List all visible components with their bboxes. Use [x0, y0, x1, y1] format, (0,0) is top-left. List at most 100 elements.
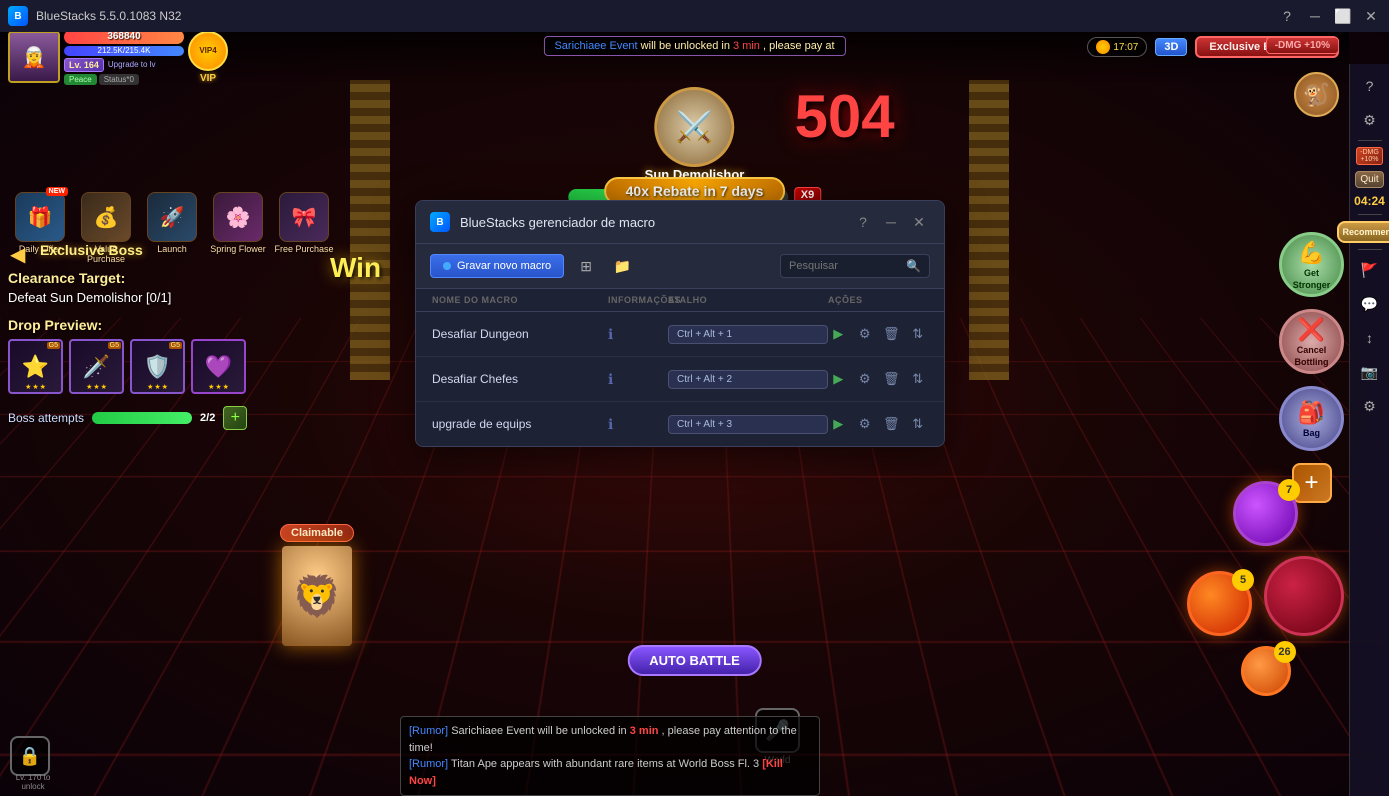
settings-btn-0[interactable]: ⚙	[855, 322, 876, 346]
record-btn-label: Gravar novo macro	[457, 260, 551, 272]
drop-stars-2: ★★★	[71, 383, 122, 391]
settings-btn-1[interactable]: ⚙	[855, 367, 876, 391]
chat-msg-2: [Rumor] Titan Ape appears with abundant …	[409, 756, 811, 789]
macro-name-0: Desafiar Dungeon	[432, 327, 608, 341]
title-bar: B BlueStacks 5.5.0.1083 N32 ? ─ ⬜ ✕	[0, 0, 1389, 32]
info-icon-0[interactable]: ℹ	[608, 326, 668, 343]
notification-text2: , please pay at	[763, 40, 835, 52]
toolbar-folder-btn[interactable]: 📁	[608, 252, 636, 280]
more-btn-1[interactable]: ⇅	[908, 367, 929, 391]
settings-btn-2[interactable]: ⚙	[855, 412, 876, 436]
drop-stars-3: ★★★	[132, 383, 183, 391]
sidebar-flag-icon[interactable]: 🚩	[1356, 256, 1384, 284]
delete-btn-1[interactable]: 🗑	[881, 367, 902, 391]
spring-flower-icon[interactable]: 🌸 Spring Flower	[208, 192, 268, 264]
attempts-bar	[92, 412, 192, 424]
get-stronger-btn[interactable]: 💪 Get Stronger	[1279, 232, 1344, 297]
title-help-btn[interactable]: ?	[1277, 6, 1297, 26]
action-ball-fire[interactable]: 5	[1187, 571, 1252, 636]
chat-rumor-2: [Rumor]	[409, 758, 448, 770]
macro-row-0[interactable]: Desafiar Dungeon ℹ Ctrl + Alt + 1 ▶ ⚙ 🗑 …	[416, 312, 944, 357]
title-bar-controls: ? ─ ⬜ ✕	[1277, 6, 1381, 26]
attempts-count: 2/2	[200, 412, 215, 424]
drop-stars-4: ★★★	[193, 383, 244, 391]
dialog-title: BlueStacks gerenciador de macro	[460, 215, 842, 230]
play-btn-2[interactable]: ▶	[828, 412, 849, 436]
shortcut-1: Ctrl + Alt + 2	[668, 370, 828, 389]
bag-label: Bag	[1303, 428, 1320, 438]
free-purchase-icon[interactable]: 🎀 Free Purchase	[274, 192, 334, 264]
right-controls: 💪 Get Stronger ❌ Cancel Bottling 🎒 Bag +	[1279, 232, 1344, 503]
big-number: 504	[795, 82, 895, 151]
lock-icon: 🔒	[10, 736, 50, 776]
action-ball-purple[interactable]: 7	[1233, 481, 1298, 546]
more-btn-0[interactable]: ⇅	[908, 322, 929, 346]
sidebar-help-icon[interactable]: ?	[1356, 72, 1384, 100]
dialog-help-btn[interactable]: ?	[852, 211, 874, 233]
vip-label: VIP	[200, 73, 216, 84]
action-balls: 7 5 26	[1187, 481, 1344, 696]
cancel-bottling-btn[interactable]: ❌ Cancel Bottling	[1279, 309, 1344, 374]
sidebar-arrow-icon[interactable]: ↕	[1356, 324, 1384, 352]
delete-btn-0[interactable]: 🗑	[881, 322, 902, 346]
drop-items: ⭐ G5 ★★★ 🗡️ G5 ★★★ 🛡️ G5 ★★★	[8, 339, 252, 394]
macro-row-1[interactable]: Desafiar Chefes ℹ Ctrl + Alt + 2 ▶ ⚙ 🗑 ⇅	[416, 357, 944, 402]
dialog-minimize-btn[interactable]: ─	[880, 211, 902, 233]
drop-item-2: 🗡️ G5 ★★★	[69, 339, 124, 394]
more-btn-2[interactable]: ⇅	[908, 412, 929, 436]
macro-row-2[interactable]: upgrade de equips ℹ Ctrl + Alt + 3 ▶ ⚙ 🗑…	[416, 402, 944, 446]
sidebar-settings-icon[interactable]: ⚙	[1356, 106, 1384, 134]
ball-count-26: 26	[1274, 641, 1296, 663]
auto-battle-btn[interactable]: AUTO BATTLE	[627, 645, 762, 676]
dialog-close-btn[interactable]: ✕	[908, 211, 930, 233]
recommend-btn[interactable]: Recommend	[1337, 221, 1389, 243]
boss-attempts: Boss attempts 2/2 +	[8, 406, 252, 430]
ball-count-7: 7	[1278, 479, 1300, 501]
quit-btn[interactable]: Quit	[1355, 171, 1383, 188]
record-dot	[443, 262, 451, 270]
toolbar-grid-btn[interactable]: ⊞	[572, 252, 600, 280]
dialog-body: Desafiar Dungeon ℹ Ctrl + Alt + 1 ▶ ⚙ 🗑 …	[416, 312, 944, 446]
claimable-area[interactable]: Claimable 🦁	[280, 524, 354, 646]
info-icon-2[interactable]: ℹ	[608, 416, 668, 433]
action-ball-orange[interactable]: 26	[1241, 646, 1291, 696]
chat-text-2: Titan Ape appears with abundant rare ite…	[451, 758, 759, 770]
avatar-frame: 🧝	[8, 32, 60, 83]
peace-badge: Peace	[64, 74, 97, 85]
add-attempts-btn[interactable]: +	[223, 406, 247, 430]
drop-badge-2: G5	[108, 342, 121, 349]
sidebar-divider-2	[1358, 214, 1382, 215]
search-box: 🔍	[780, 254, 930, 278]
drop-item-4: 💜 ★★★	[191, 339, 246, 394]
daily-offer-img: 🎁 NEW	[15, 192, 65, 242]
title-minimize-btn[interactable]: ─	[1305, 6, 1325, 26]
title-close-btn[interactable]: ✕	[1361, 6, 1381, 26]
sidebar-divider-1	[1358, 140, 1382, 141]
chat-time-1: 3 min	[630, 725, 659, 737]
vip-area[interactable]: VIP4 VIP	[188, 32, 228, 84]
record-macro-btn[interactable]: Gravar novo macro	[430, 254, 564, 278]
shortcut-2: Ctrl + Alt + 3	[668, 415, 828, 434]
launch-icon[interactable]: 🚀 Launch	[142, 192, 202, 264]
play-btn-0[interactable]: ▶	[828, 322, 849, 346]
level-badge: Lv. 164	[64, 58, 104, 72]
action-ball-darkred[interactable]	[1264, 556, 1344, 636]
sidebar-screenshot-icon[interactable]: 📷	[1356, 358, 1384, 386]
avatar-inner: 🧝	[10, 33, 58, 81]
sidebar-settings2-icon[interactable]: ⚙	[1356, 392, 1384, 420]
col-info-header: INFORMAÇÕES	[608, 295, 668, 305]
chat-text-1: Sarichiaee Event will be unlocked in	[451, 725, 630, 737]
play-btn-1[interactable]: ▶	[828, 367, 849, 391]
info-icon-1[interactable]: ℹ	[608, 371, 668, 388]
sidebar-chat-icon[interactable]: 💬	[1356, 290, 1384, 318]
delete-btn-2[interactable]: 🗑	[881, 412, 902, 436]
claimable-badge: Claimable	[280, 524, 354, 542]
drop-title: Drop Preview:	[8, 317, 252, 333]
drop-badge-3: G5	[169, 342, 182, 349]
status-badge: Status*0	[99, 74, 139, 85]
title-restore-btn[interactable]: ⬜	[1333, 6, 1353, 26]
bag-btn[interactable]: 🎒 Bag	[1279, 386, 1344, 451]
search-input[interactable]	[789, 260, 900, 272]
three-d-btn[interactable]: 3D	[1155, 38, 1187, 56]
drop-item-1: ⭐ G5 ★★★	[8, 339, 63, 394]
